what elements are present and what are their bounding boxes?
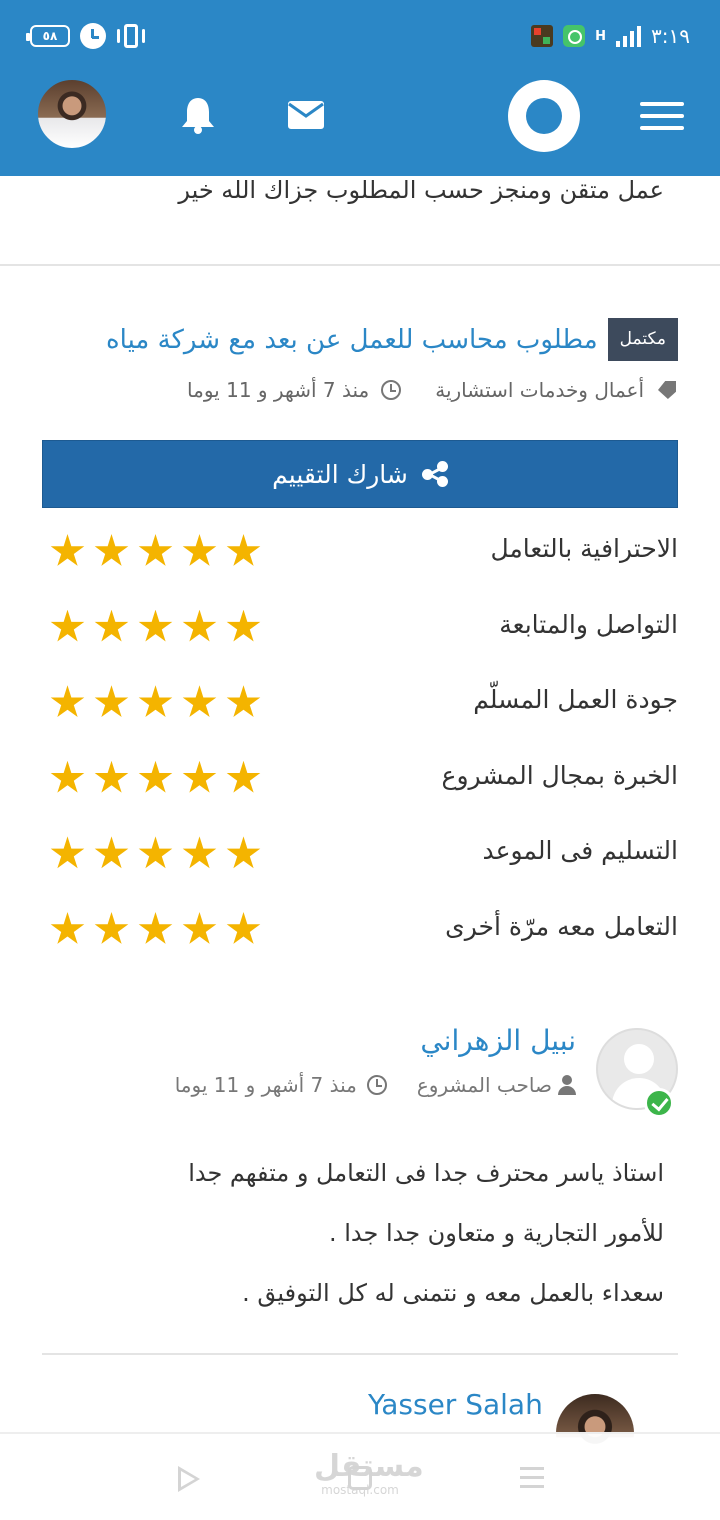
previous-review-text: عمل متقن ومنجز حسب المطلوب جزاك الله خير bbox=[178, 176, 664, 204]
rating-row: الاحترافية بالتعامل bbox=[42, 518, 678, 590]
star-icon bbox=[94, 912, 129, 944]
star-icon bbox=[226, 685, 261, 718]
verified-icon bbox=[644, 1088, 674, 1118]
status-badge: مكتمل bbox=[607, 318, 678, 361]
rating-row: الخبرة بمجال المشروع bbox=[42, 745, 678, 817]
status-bar: ٥٨ H ٣:١٩ bbox=[0, 0, 720, 70]
star-icon bbox=[50, 912, 85, 944]
alarm-icon bbox=[80, 23, 106, 49]
project-category[interactable]: أعمال وخدمات استشارية bbox=[435, 378, 644, 402]
star-icon bbox=[138, 912, 173, 944]
star-icon bbox=[50, 760, 85, 793]
star-icon bbox=[50, 609, 85, 642]
rating-row: التواصل والمتابعة bbox=[42, 594, 678, 666]
review-line: سعداء بالعمل معه و نتمنى له كل التوفيق . bbox=[242, 1279, 664, 1307]
rating-stars bbox=[50, 685, 261, 720]
star-icon bbox=[50, 685, 85, 718]
star-icon bbox=[226, 609, 261, 642]
system-nav-bar: مستقل mostaql.com bbox=[0, 1432, 720, 1520]
star-icon bbox=[226, 534, 261, 566]
star-icon bbox=[94, 534, 129, 566]
star-icon bbox=[138, 685, 173, 718]
tags-icon bbox=[652, 380, 678, 400]
menu-icon[interactable] bbox=[640, 102, 684, 130]
star-icon bbox=[182, 534, 217, 566]
star-icon bbox=[138, 534, 173, 566]
star-icon bbox=[138, 760, 173, 793]
mostaql-logo[interactable] bbox=[508, 80, 580, 152]
rating-label: التواصل والمتابعة bbox=[499, 609, 678, 639]
mail-icon[interactable] bbox=[288, 101, 324, 129]
project-time: منذ 7 أشهر و 11 يوما bbox=[187, 378, 370, 402]
rating-stars bbox=[50, 609, 261, 645]
bell-icon[interactable] bbox=[180, 96, 216, 134]
rating-stars bbox=[50, 534, 261, 569]
back-icon[interactable] bbox=[178, 1466, 200, 1492]
project-meta: أعمال وخدمات استشارية منذ 7 أشهر و 11 يو… bbox=[187, 372, 678, 408]
battery-icon: ٥٨ bbox=[26, 25, 70, 47]
app-notification-icon-2 bbox=[563, 25, 586, 47]
rating-stars bbox=[50, 912, 261, 947]
signal-icon bbox=[616, 25, 642, 47]
reviewer-meta: صاحب المشروع منذ 7 أشهر و 11 يوما bbox=[175, 1068, 590, 1102]
network-type: H bbox=[595, 28, 607, 44]
review-text: استاذ ياسر محترف جدا فى التعامل و متفهم … bbox=[64, 1150, 664, 1330]
star-icon bbox=[50, 534, 85, 566]
star-icon bbox=[182, 836, 217, 869]
rating-label: التسليم فى الموعد bbox=[482, 836, 678, 866]
star-icon bbox=[138, 609, 173, 642]
rating-stars bbox=[50, 836, 261, 871]
star-icon bbox=[182, 760, 217, 793]
clock-icon bbox=[366, 1075, 387, 1095]
rating-label: جودة العمل المسلّم bbox=[473, 685, 678, 715]
status-right: H ٣:١٩ bbox=[531, 22, 690, 50]
status-left: ٥٨ bbox=[26, 20, 146, 52]
clock-icon bbox=[381, 380, 402, 400]
rating-row: جودة العمل المسلّم bbox=[42, 669, 678, 741]
star-icon bbox=[50, 836, 85, 869]
divider bbox=[42, 1353, 678, 1355]
star-icon bbox=[94, 685, 129, 718]
vibrate-icon bbox=[116, 23, 146, 49]
share-rating-label: شارك التقييم bbox=[272, 459, 408, 489]
app-notification-icon bbox=[531, 25, 554, 47]
star-icon bbox=[94, 760, 129, 793]
rating-label: الخبرة بمجال المشروع bbox=[441, 760, 678, 790]
app-header: ٥٨ H ٣:١٩ bbox=[0, 0, 720, 176]
star-icon bbox=[94, 609, 129, 642]
reviewer-name[interactable]: نبيل الزهراني bbox=[420, 1024, 576, 1057]
review-line: للأمور التجارية و متعاون جدا جدا . bbox=[328, 1219, 664, 1247]
star-icon bbox=[226, 912, 261, 944]
star-icon bbox=[226, 836, 261, 869]
star-icon bbox=[182, 912, 217, 944]
share-icon bbox=[421, 461, 448, 487]
reviewer-time: منذ 7 أشهر و 11 يوما bbox=[174, 1073, 357, 1097]
star-icon bbox=[182, 609, 217, 642]
recent-apps-icon[interactable] bbox=[520, 1467, 544, 1489]
rating-stars bbox=[50, 760, 261, 796]
previous-review: عمل متقن ومنجز حسب المطلوب جزاك الله خير bbox=[0, 176, 720, 266]
star-icon bbox=[182, 685, 217, 718]
project-title-link[interactable]: مطلوب محاسب للعمل عن بعد مع شركة مياه bbox=[106, 325, 598, 355]
star-icon bbox=[226, 760, 261, 793]
rating-label: الاحترافية بالتعامل bbox=[490, 534, 678, 563]
project-title-row: مكتمل مطلوب محاسب للعمل عن بعد مع شركة م… bbox=[106, 318, 678, 361]
rating-label: التعامل معه مرّة أخرى bbox=[445, 912, 678, 941]
star-icon bbox=[94, 836, 129, 869]
home-icon[interactable] bbox=[348, 1466, 372, 1490]
share-rating-button[interactable]: شارك التقييم bbox=[42, 440, 678, 508]
status-time: ٣:١٩ bbox=[651, 24, 690, 48]
reviewer-role: صاحب المشروع bbox=[416, 1073, 552, 1097]
review-line: استاذ ياسر محترف جدا فى التعامل و متفهم … bbox=[188, 1159, 664, 1187]
user-icon bbox=[558, 1075, 576, 1095]
rating-row: التسليم فى الموعد bbox=[42, 820, 678, 892]
avatar[interactable] bbox=[36, 78, 108, 150]
reply-author-name[interactable]: Yasser Salah bbox=[368, 1388, 543, 1421]
star-icon bbox=[138, 836, 173, 869]
rating-row: التعامل معه مرّة أخرى bbox=[42, 896, 678, 968]
